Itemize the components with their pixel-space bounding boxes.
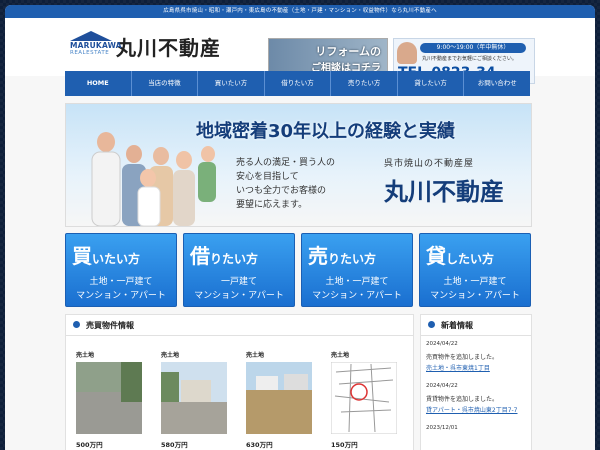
hero-banner: 地域密着30年以上の経験と実績 売る人の満足・買う人の 安心を目指して いつも全…: [65, 103, 532, 227]
card-lease[interactable]: 貸したい方 土地・一戸建て マンション・アパート: [419, 233, 531, 307]
reform-banner-line1: リフォームの: [315, 45, 381, 58]
nav-buy[interactable]: 買いたい方: [198, 71, 265, 96]
logo-en-top: MARUKAWA: [70, 41, 122, 50]
property-card[interactable]: 売土地 630万円: [238, 342, 318, 450]
section-title: 売買物件情報: [86, 321, 134, 330]
card-line1: 一戸建て: [220, 277, 257, 287]
card-buy[interactable]: 買いたい方 土地・一戸建て マンション・アパート: [65, 233, 177, 307]
hero-company-name: 丸川不動産: [384, 177, 504, 206]
bullet-icon: [73, 321, 80, 328]
property-kind: 売土地: [331, 352, 350, 359]
property-price: 630万円: [246, 441, 273, 449]
property-photo: [76, 362, 142, 434]
card-title: 買いたい方: [72, 240, 140, 269]
news-date: 2024/04/22: [426, 341, 458, 347]
house-roof-icon: [70, 31, 112, 41]
hero-company-caption: 呉市焼山の不動産屋: [384, 159, 475, 169]
card-title-big: 借: [190, 244, 210, 268]
logo-en-bottom: REALESTATE: [70, 50, 110, 56]
property-price: 500万円: [76, 441, 103, 449]
nav-sell[interactable]: 売りたい方: [331, 71, 398, 96]
news-link[interactable]: 貸アパート・呉市焼山東2丁目7-7: [426, 405, 518, 414]
hero-message-line: 売る人の満足・買う人の: [236, 158, 336, 168]
bullet-icon: [428, 321, 435, 328]
logo-name: 丸川不動産: [116, 35, 221, 60]
card-line2: マンション・アパート: [194, 291, 284, 301]
card-line1: 土地・一戸建て: [89, 277, 153, 287]
purpose-cards: 買いたい方 土地・一戸建て マンション・アパート 借りたい方 一戸建て マンショ…: [65, 233, 531, 307]
property-photo: [161, 362, 227, 434]
hero-headline: 地域密着30年以上の経験と実績: [196, 121, 456, 142]
property-kind: 売土地: [161, 352, 180, 359]
card-line2: マンション・アパート: [312, 291, 402, 301]
hero-message: 売る人の満足・買う人の 安心を目指して いつも全力でお客様の 要望に応えます。: [236, 156, 335, 212]
card-title: 売りたい方: [308, 240, 376, 269]
contact-note: 丸川不動産までお気軽にご相談ください。: [422, 56, 517, 62]
news-section: 新着情報 2024/04/22 売買物件を追加しました。 売土地・呉市東焼1丁目…: [420, 314, 532, 450]
property-price: 580万円: [161, 441, 188, 449]
business-hours: 9:00～19:00（年中無休）: [420, 43, 526, 53]
card-title-big: 売: [308, 244, 328, 268]
property-card[interactable]: 売土地 150万円: [323, 342, 403, 450]
hero-message-line: 安心を目指して: [236, 172, 299, 182]
logo-mark-icon: MARUKAWA REALESTATE: [70, 31, 122, 61]
hero-message-line: いつも全力でお客様の: [236, 186, 327, 196]
section-header: 売買物件情報: [66, 315, 413, 336]
site-header: MARUKAWA REALESTATE 丸川不動産 リフォームの ご相談はコチラ…: [5, 18, 595, 97]
global-nav: HOME 当店の特徴 買いたい方 借りたい方 売りたい方 貸したい方 お問い合わ…: [65, 71, 530, 96]
news-link[interactable]: 売土地・呉市東焼1丁目: [426, 363, 490, 372]
news-text: 賃貸物件を追加しました。: [426, 396, 499, 403]
top-tagline: 広島県呉市焼山・昭和・瀬戸内・東広島の不動産（土地・戸建・マンション・収益物件）…: [5, 5, 595, 18]
card-line2: マンション・アパート: [430, 291, 520, 301]
nav-rent[interactable]: 借りたい方: [265, 71, 332, 96]
nav-features[interactable]: 当店の特徴: [132, 71, 199, 96]
property-kind: 売土地: [246, 352, 265, 359]
card-title-small: いたい方: [92, 252, 141, 266]
property-card[interactable]: 売土地 580万円: [153, 342, 233, 450]
card-title-small: りたい方: [328, 252, 377, 266]
page: 広島県呉市焼山・昭和・瀬戸内・東広島の不動産（土地・戸建・マンション・収益物件）…: [0, 0, 600, 450]
section-title: 新着情報: [441, 321, 473, 330]
card-line1: 土地・一戸建て: [443, 277, 507, 287]
property-photo: [246, 362, 312, 434]
card-line2: マンション・アパート: [76, 291, 166, 301]
nav-lease[interactable]: 貸したい方: [398, 71, 465, 96]
hero-message-line: 要望に応えます。: [236, 200, 308, 210]
nav-home[interactable]: HOME: [65, 71, 132, 96]
card-line1: 土地・一戸建て: [325, 277, 389, 287]
property-price: 150万円: [331, 441, 358, 449]
card-title-small: りたい方: [210, 252, 259, 266]
section-header: 新着情報: [421, 315, 531, 336]
news-date: 2023/12/01: [426, 425, 458, 431]
card-rent[interactable]: 借りたい方 一戸建て マンション・アパート: [183, 233, 295, 307]
news-date: 2024/04/22: [426, 383, 458, 389]
property-card[interactable]: 売土地 500万円: [68, 342, 148, 450]
site-logo[interactable]: MARUKAWA REALESTATE 丸川不動産: [70, 31, 221, 61]
card-title: 借りたい方: [190, 240, 258, 269]
card-title-big: 貸: [426, 244, 446, 268]
sales-listings-section: 売買物件情報 売土地 500万円 売土地 580万円 売土地 630万円 売土地…: [65, 314, 414, 450]
nav-contact[interactable]: お問い合わせ: [464, 71, 530, 96]
card-title: 貸したい方: [426, 240, 494, 269]
card-sell[interactable]: 売りたい方 土地・一戸建て マンション・アパート: [301, 233, 413, 307]
news-text: 売買物件を追加しました。: [426, 354, 499, 361]
card-title-small: したい方: [446, 252, 495, 266]
property-kind: 売土地: [76, 352, 95, 359]
operator-photo: [397, 42, 417, 64]
property-photo: [331, 362, 397, 434]
card-title-big: 買: [72, 244, 92, 268]
